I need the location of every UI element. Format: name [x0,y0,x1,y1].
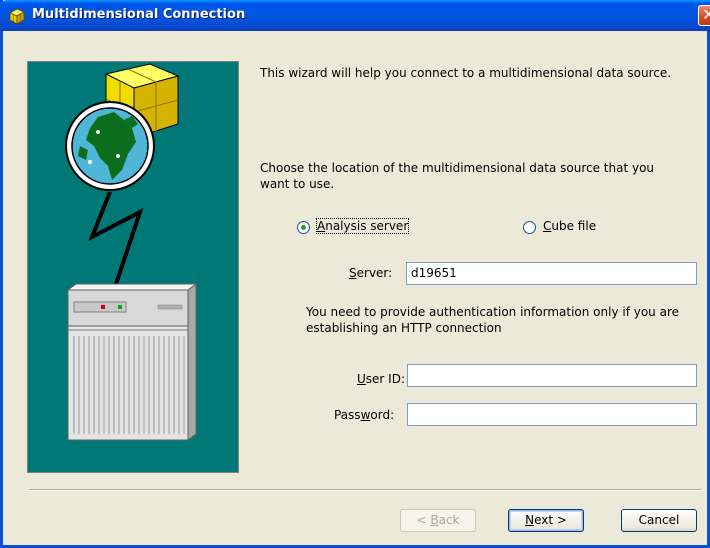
analysis-server-label[interactable]: Analysis server [315,218,410,234]
server-graphic [66,283,198,441]
choose-location-text-line1: Choose the location of the multidimensio… [260,161,655,175]
next-button[interactable]: Next > [508,509,584,532]
password-label: Password: [334,408,395,422]
wizard-window: Multidimensional Connection ✕ This wizar… [0,0,710,548]
password-input[interactable] [407,403,697,426]
close-button[interactable]: ✕ [698,5,710,26]
close-icon: ✕ [702,5,710,24]
globe-graphic [65,101,155,191]
cube-file-label[interactable]: Cube file [543,219,596,233]
wizard-illustration [27,61,239,473]
window-title: Multidimensional Connection [32,7,246,22]
analysis-server-radio[interactable] [297,221,310,234]
choose-location-text-line2: want to use. [260,177,335,191]
user-id-label: User ID: [357,372,406,386]
title-bar[interactable]: Multidimensional Connection ✕ [0,0,710,31]
cancel-button[interactable]: Cancel [621,509,697,532]
lightning-graphic [88,191,144,285]
intro-text: This wizard will help you connect to a m… [260,66,672,80]
server-label: Server: [349,266,393,280]
cube-icon [9,8,25,25]
server-input[interactable]: d19651 [406,262,697,285]
auth-note-line1: You need to provide authentication infor… [306,305,680,319]
button-separator [29,489,701,491]
auth-note-line2: establishing an HTTP connection [306,321,502,335]
cube-file-radio[interactable] [523,221,536,234]
back-button[interactable]: < Back [400,509,476,532]
user-id-input[interactable] [407,364,697,387]
globe-cube-lightning-server-illustration [65,63,198,441]
